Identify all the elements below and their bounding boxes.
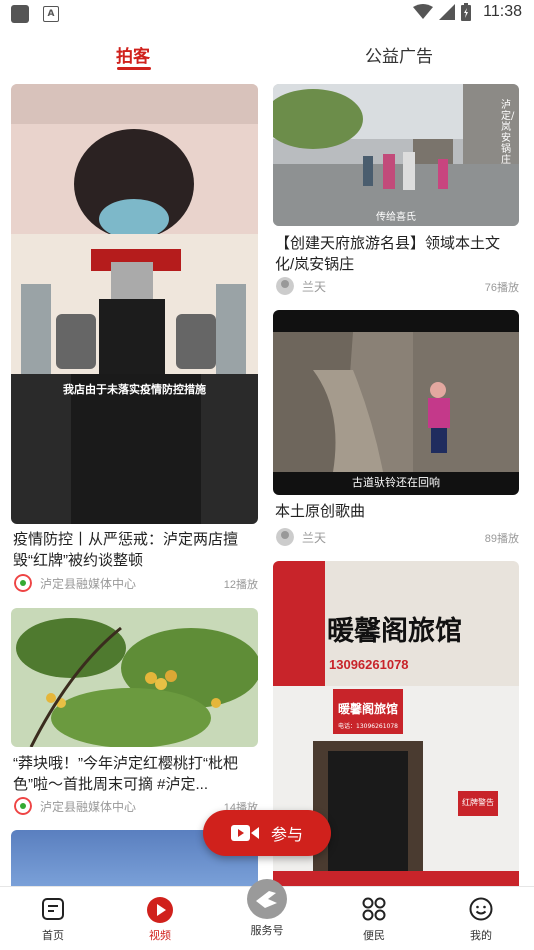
play-count: 12播放 (223, 579, 258, 591)
home-icon (42, 898, 64, 920)
source-name: 兰天 (302, 530, 327, 545)
app-notification-icon: A (43, 6, 59, 22)
active-tab-indicator (117, 67, 151, 70)
hotel-sign-small: 暖馨阁旅馆 (337, 702, 398, 716)
play-count: 89播放 (484, 533, 519, 545)
notice-label: 红牌警告 (462, 798, 494, 807)
nav-convenience[interactable]: 便民 (344, 897, 404, 943)
video-title: “莽块哦！”今年泸定红樱桃打“枇杷色”啦～首批周末可摘 #泸定... (13, 755, 238, 793)
notification-icon (11, 5, 29, 23)
hotel-sign: 暖馨阁旅馆 (327, 616, 462, 647)
video-thumbnail[interactable]: 我店由于未落实疫情防控措施 (11, 84, 258, 524)
media-center-logo-icon (14, 797, 32, 815)
video-caption: 我店由于未落实疫情防控措施 (63, 383, 206, 396)
status-bar: A 11:38 (0, 0, 534, 28)
bottom-nav: 首页 视频 服务号 便民 我的 (0, 879, 534, 950)
participate-button[interactable]: 参与 (203, 810, 331, 856)
clock: 11:38 (483, 3, 522, 20)
video-card[interactable]: “莽块哦！”今年泸定红樱桃打“枇杷色”啦～首批周末可摘 #泸定... 泸定县融媒… (11, 608, 258, 820)
video-source: 泸定县融媒体中心 (14, 574, 136, 592)
nav-video[interactable]: 视频 (130, 897, 190, 943)
service-icon (247, 879, 287, 919)
video-side-text: 泸定/岚安锅庄 (501, 100, 515, 166)
video-card[interactable]: 古道驮铃还在回响 本土原创歌曲 兰天 89播放 (273, 310, 519, 547)
nav-convenience-label: 便民 (363, 929, 385, 942)
video-source: 兰天 (276, 528, 326, 546)
video-card[interactable]: 传给喜氏 泸定/岚安锅庄 【创建天府旅游名县】领域本土文化/岚安锅庄 兰天 76… (273, 84, 519, 296)
video-title: 本土原创歌曲 (275, 503, 366, 520)
grid-icon (362, 897, 386, 921)
source-name: 兰天 (302, 279, 327, 294)
video-thumbnail[interactable]: 古道驮铃还在回响 (273, 310, 519, 495)
nav-service[interactable]: 服务号 (237, 879, 297, 938)
participate-label: 参与 (270, 825, 303, 844)
video-title: 【创建天府旅游名县】领域本土文化/岚安锅庄 (275, 235, 501, 273)
video-play-icon (147, 897, 173, 923)
source-name: 泸定县融媒体中心 (40, 799, 137, 814)
video-title: 疫情防控丨从严惩戒：泸定两店擅毁“红牌”被约谈整顿 (13, 531, 239, 569)
top-tabs: 拍客 公益广告 (0, 36, 534, 76)
hotel-phone-top: 13096261078 (329, 657, 409, 672)
nav-mine-label: 我的 (470, 929, 492, 942)
avatar (276, 277, 294, 295)
video-source: 兰天 (276, 277, 326, 295)
nav-home[interactable]: 首页 (23, 897, 83, 943)
tab-public-ads[interactable]: 公益广告 (365, 42, 433, 67)
battery-icon (461, 3, 472, 21)
video-card[interactable]: 我店由于未落实疫情防控措施 疫情防控丨从严惩戒：泸定两店擅毁“红牌”被约谈整顿 … (11, 84, 258, 594)
video-thumbnail[interactable]: 传给喜氏 泸定/岚安锅庄 (273, 84, 519, 226)
media-center-logo-icon (14, 574, 32, 592)
video-caption: 古道驮铃还在回响 (352, 476, 440, 489)
video-camera-icon (230, 825, 259, 841)
video-thumbnail[interactable] (11, 608, 258, 747)
signal-icon (439, 4, 456, 20)
nav-service-label: 服务号 (250, 924, 284, 937)
hotel-phone: 电话：13096261078 (338, 723, 398, 730)
tab-paike[interactable]: 拍客 (116, 42, 150, 67)
source-name: 泸定县融媒体中心 (40, 576, 137, 591)
profile-icon (469, 897, 493, 921)
avatar (276, 528, 294, 546)
video-caption: 传给喜氏 (376, 212, 416, 223)
video-source: 泸定县融媒体中心 (14, 797, 136, 815)
nav-home-label: 首页 (42, 929, 64, 942)
play-count: 76播放 (484, 282, 519, 294)
nav-video-label: 视频 (149, 929, 171, 942)
nav-mine[interactable]: 我的 (451, 897, 511, 943)
wifi-icon (413, 4, 434, 19)
